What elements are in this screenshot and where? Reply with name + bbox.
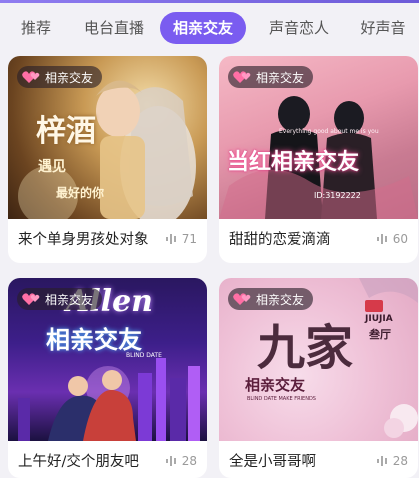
hearts-icon [233,71,251,83]
category-badge: 相亲交友 [17,66,103,88]
cover-title-text: 当红相亲交友 [227,149,360,175]
category-badge: 相亲交友 [228,66,314,88]
category-badge: 相亲交友 [228,288,314,310]
cover-subtitle-text: 相亲交友 [46,325,142,354]
cover-title-text: 九家 [257,320,354,376]
badge-label: 相亲交友 [256,70,305,85]
room-cover-image: 梓酒 遇见 最好的你 相亲交友 [8,56,207,219]
audio-bars-icon [165,456,176,466]
room-card[interactable]: Allen 相亲交友 BLIND DATE 相亲交友 上午好/交个朋友吧 28 [8,278,207,478]
room-title: 全是小哥哥啊 [229,454,316,470]
stamp-seal [365,300,383,312]
hearts-icon [22,71,40,83]
listener-count: 60 [376,232,408,246]
audio-bars-icon [376,234,387,244]
tab-good-voice[interactable]: 好声音 [354,12,412,44]
badge-label: 相亲交友 [45,70,94,85]
cover-tagline-text: BLIND DATE [126,352,162,359]
cover-tagline-text: Everything good about me is you [279,128,379,135]
listener-count: 28 [165,454,197,468]
cover-tagline-text: BLIND DATE MAKE FRIENDS [247,396,316,402]
listener-count: 28 [376,454,408,468]
room-cover-image: 九家 JIUJIA 叁厅 相亲交友 BLIND DATE MAKE FRIEND… [219,278,418,441]
cover-tagline-text: 最好的你 [56,186,105,200]
category-tabs: 推荐 电台直播 相亲交友 声音恋人 好声音 [0,3,419,53]
badge-label: 相亲交友 [45,292,94,307]
hearts-icon [233,293,251,305]
listener-count-value: 28 [392,454,408,468]
tab-dating[interactable]: 相亲交友 [160,12,246,44]
tab-voice-lover[interactable]: 声音恋人 [261,12,337,44]
audio-bars-icon [165,234,176,244]
cover-subtitle-text: 遇见 [38,159,66,175]
room-card[interactable]: 九家 JIUJIA 叁厅 相亲交友 BLIND DATE MAKE FRIEND… [219,278,418,478]
badge-label: 相亲交友 [256,292,305,307]
tab-recommend[interactable]: 推荐 [12,12,60,44]
room-title: 上午好/交个朋友吧 [18,454,139,470]
listener-count-value: 71 [181,232,197,246]
cover-brand-text: JIUJIA [365,314,393,324]
cover-id-text: ID:3192222 [314,191,361,200]
hearts-icon [22,293,40,305]
listener-count-value: 60 [392,232,408,246]
cover-title-text: 梓酒 [36,114,96,149]
cover-hall-text: 叁厅 [369,328,391,341]
listener-count-value: 28 [181,454,197,468]
listener-count: 71 [165,232,197,246]
room-cover-image: 当红相亲交友 ID:3192222 Everything good about … [219,56,418,219]
room-title: 甜甜的恋爱滴滴 [229,232,331,248]
audio-bars-icon [376,456,387,466]
cover-subtitle-text: 相亲交友 [245,376,306,394]
tab-radio-live[interactable]: 电台直播 [76,12,152,44]
room-card[interactable]: 当红相亲交友 ID:3192222 Everything good about … [219,56,418,263]
room-cover-image: Allen 相亲交友 BLIND DATE 相亲交友 [8,278,207,441]
room-title: 来个单身男孩处对象 [18,232,149,248]
category-badge: 相亲交友 [17,288,103,310]
room-card[interactable]: 梓酒 遇见 最好的你 相亲交友 来个单身男孩处对象 71 [8,56,207,263]
